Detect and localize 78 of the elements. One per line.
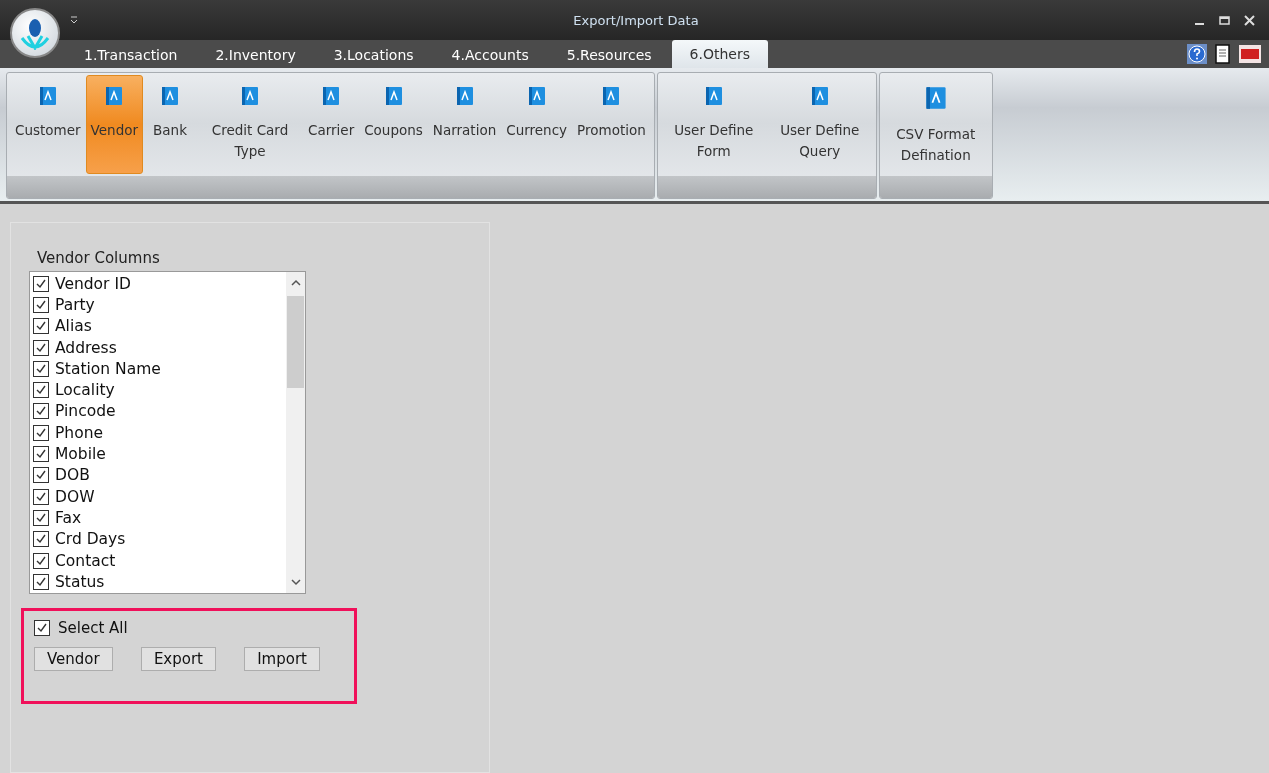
column-label[interactable]: Station Name [55, 359, 161, 378]
help-icon[interactable] [1187, 44, 1207, 64]
column-label[interactable]: Fax [55, 508, 82, 527]
column-label[interactable]: Status [55, 572, 105, 591]
checkbox[interactable] [33, 339, 49, 356]
book-icon [703, 86, 724, 106]
action-button[interactable]: Import [244, 647, 320, 671]
checkbox[interactable] [33, 531, 49, 548]
column-label[interactable]: Vendor ID [55, 274, 131, 293]
checkbox[interactable] [33, 509, 49, 526]
ribbon-tab[interactable]: 5.Resources [548, 42, 670, 68]
ribbon-button[interactable]: User Define Query [766, 75, 873, 174]
column-label[interactable]: Alias [55, 317, 92, 336]
book-icon [809, 86, 830, 106]
scroll-down-icon[interactable] [290, 577, 301, 587]
ribbon-button[interactable]: Promotion [572, 75, 651, 174]
close-icon[interactable] [1244, 14, 1255, 26]
column-label[interactable]: DOW [55, 487, 95, 506]
document-icon[interactable] [1215, 44, 1231, 64]
ribbon-button[interactable]: Bank [143, 75, 197, 174]
ribbon-tab[interactable]: 6.Others [671, 40, 768, 68]
ribbon-button[interactable]: Currency [501, 75, 573, 174]
book-icon [240, 86, 260, 106]
ribbon-button[interactable]: Credit Card Type [197, 75, 303, 174]
book-icon [321, 86, 342, 106]
list-title: Vendor Columns [37, 249, 161, 267]
book-icon [601, 86, 622, 106]
ribbon-button[interactable]: Narration [427, 75, 502, 174]
checkbox[interactable] [33, 424, 49, 441]
book-icon [526, 86, 547, 106]
ribbon-button[interactable]: CSV Format Defination [882, 75, 989, 174]
book-icon [923, 86, 948, 110]
book-icon [160, 86, 180, 106]
book-icon [383, 86, 404, 106]
checkbox[interactable] [33, 275, 49, 292]
checkbox[interactable] [33, 552, 49, 569]
window-title: Export/Import Data [572, 12, 700, 28]
checkbox[interactable] [33, 467, 49, 484]
checkbox[interactable] [33, 446, 49, 462]
action-button[interactable]: Vendor [34, 647, 113, 671]
book-icon [104, 86, 125, 106]
column-label[interactable]: Address [55, 338, 117, 357]
quick-access-dropdown-icon[interactable] [70, 16, 78, 24]
exit-sign-icon[interactable] [1239, 45, 1261, 63]
checkbox[interactable] [33, 488, 49, 505]
ribbon-button[interactable]: Coupons [359, 75, 428, 174]
checkbox[interactable] [33, 296, 49, 313]
ribbon-tab[interactable]: 4.Accounts [433, 42, 547, 68]
book-icon [454, 86, 475, 106]
checkbox[interactable] [33, 360, 49, 377]
column-label[interactable]: Locality [55, 381, 115, 400]
column-label[interactable]: Contact [55, 551, 116, 570]
checkbox[interactable] [33, 573, 49, 590]
column-label[interactable]: Pincode [55, 402, 116, 421]
column-label[interactable]: Phone [55, 423, 103, 442]
column-label[interactable]: Party [55, 295, 95, 314]
ribbon-button[interactable]: Vendor [85, 75, 143, 174]
ribbon-button[interactable]: User Define Form [660, 75, 767, 174]
column-label[interactable]: Crd Days [55, 530, 126, 549]
column-label[interactable]: Mobile [55, 445, 106, 463]
column-label[interactable]: DOB [55, 466, 90, 485]
maximize-icon[interactable] [1219, 14, 1230, 26]
book-icon [37, 86, 58, 106]
ribbon-tab[interactable]: 1.Transaction [66, 42, 196, 68]
scrollbar[interactable] [286, 272, 305, 593]
select-all-label[interactable]: Select All [58, 619, 128, 637]
scroll-thumb[interactable] [287, 296, 304, 388]
checkbox[interactable] [33, 382, 49, 399]
ribbon-tab[interactable]: 2.Inventory [197, 42, 314, 68]
checkbox[interactable] [34, 620, 50, 636]
checkbox[interactable] [33, 403, 49, 420]
ribbon-tab[interactable]: 3.Locations [315, 42, 432, 68]
app-logo[interactable] [10, 8, 60, 58]
ribbon-button[interactable]: Customer [10, 75, 86, 174]
action-button[interactable]: Export [140, 647, 216, 671]
scroll-up-icon[interactable] [290, 278, 301, 288]
ribbon-button[interactable]: Carrier [303, 75, 360, 174]
checkbox[interactable] [33, 318, 49, 335]
